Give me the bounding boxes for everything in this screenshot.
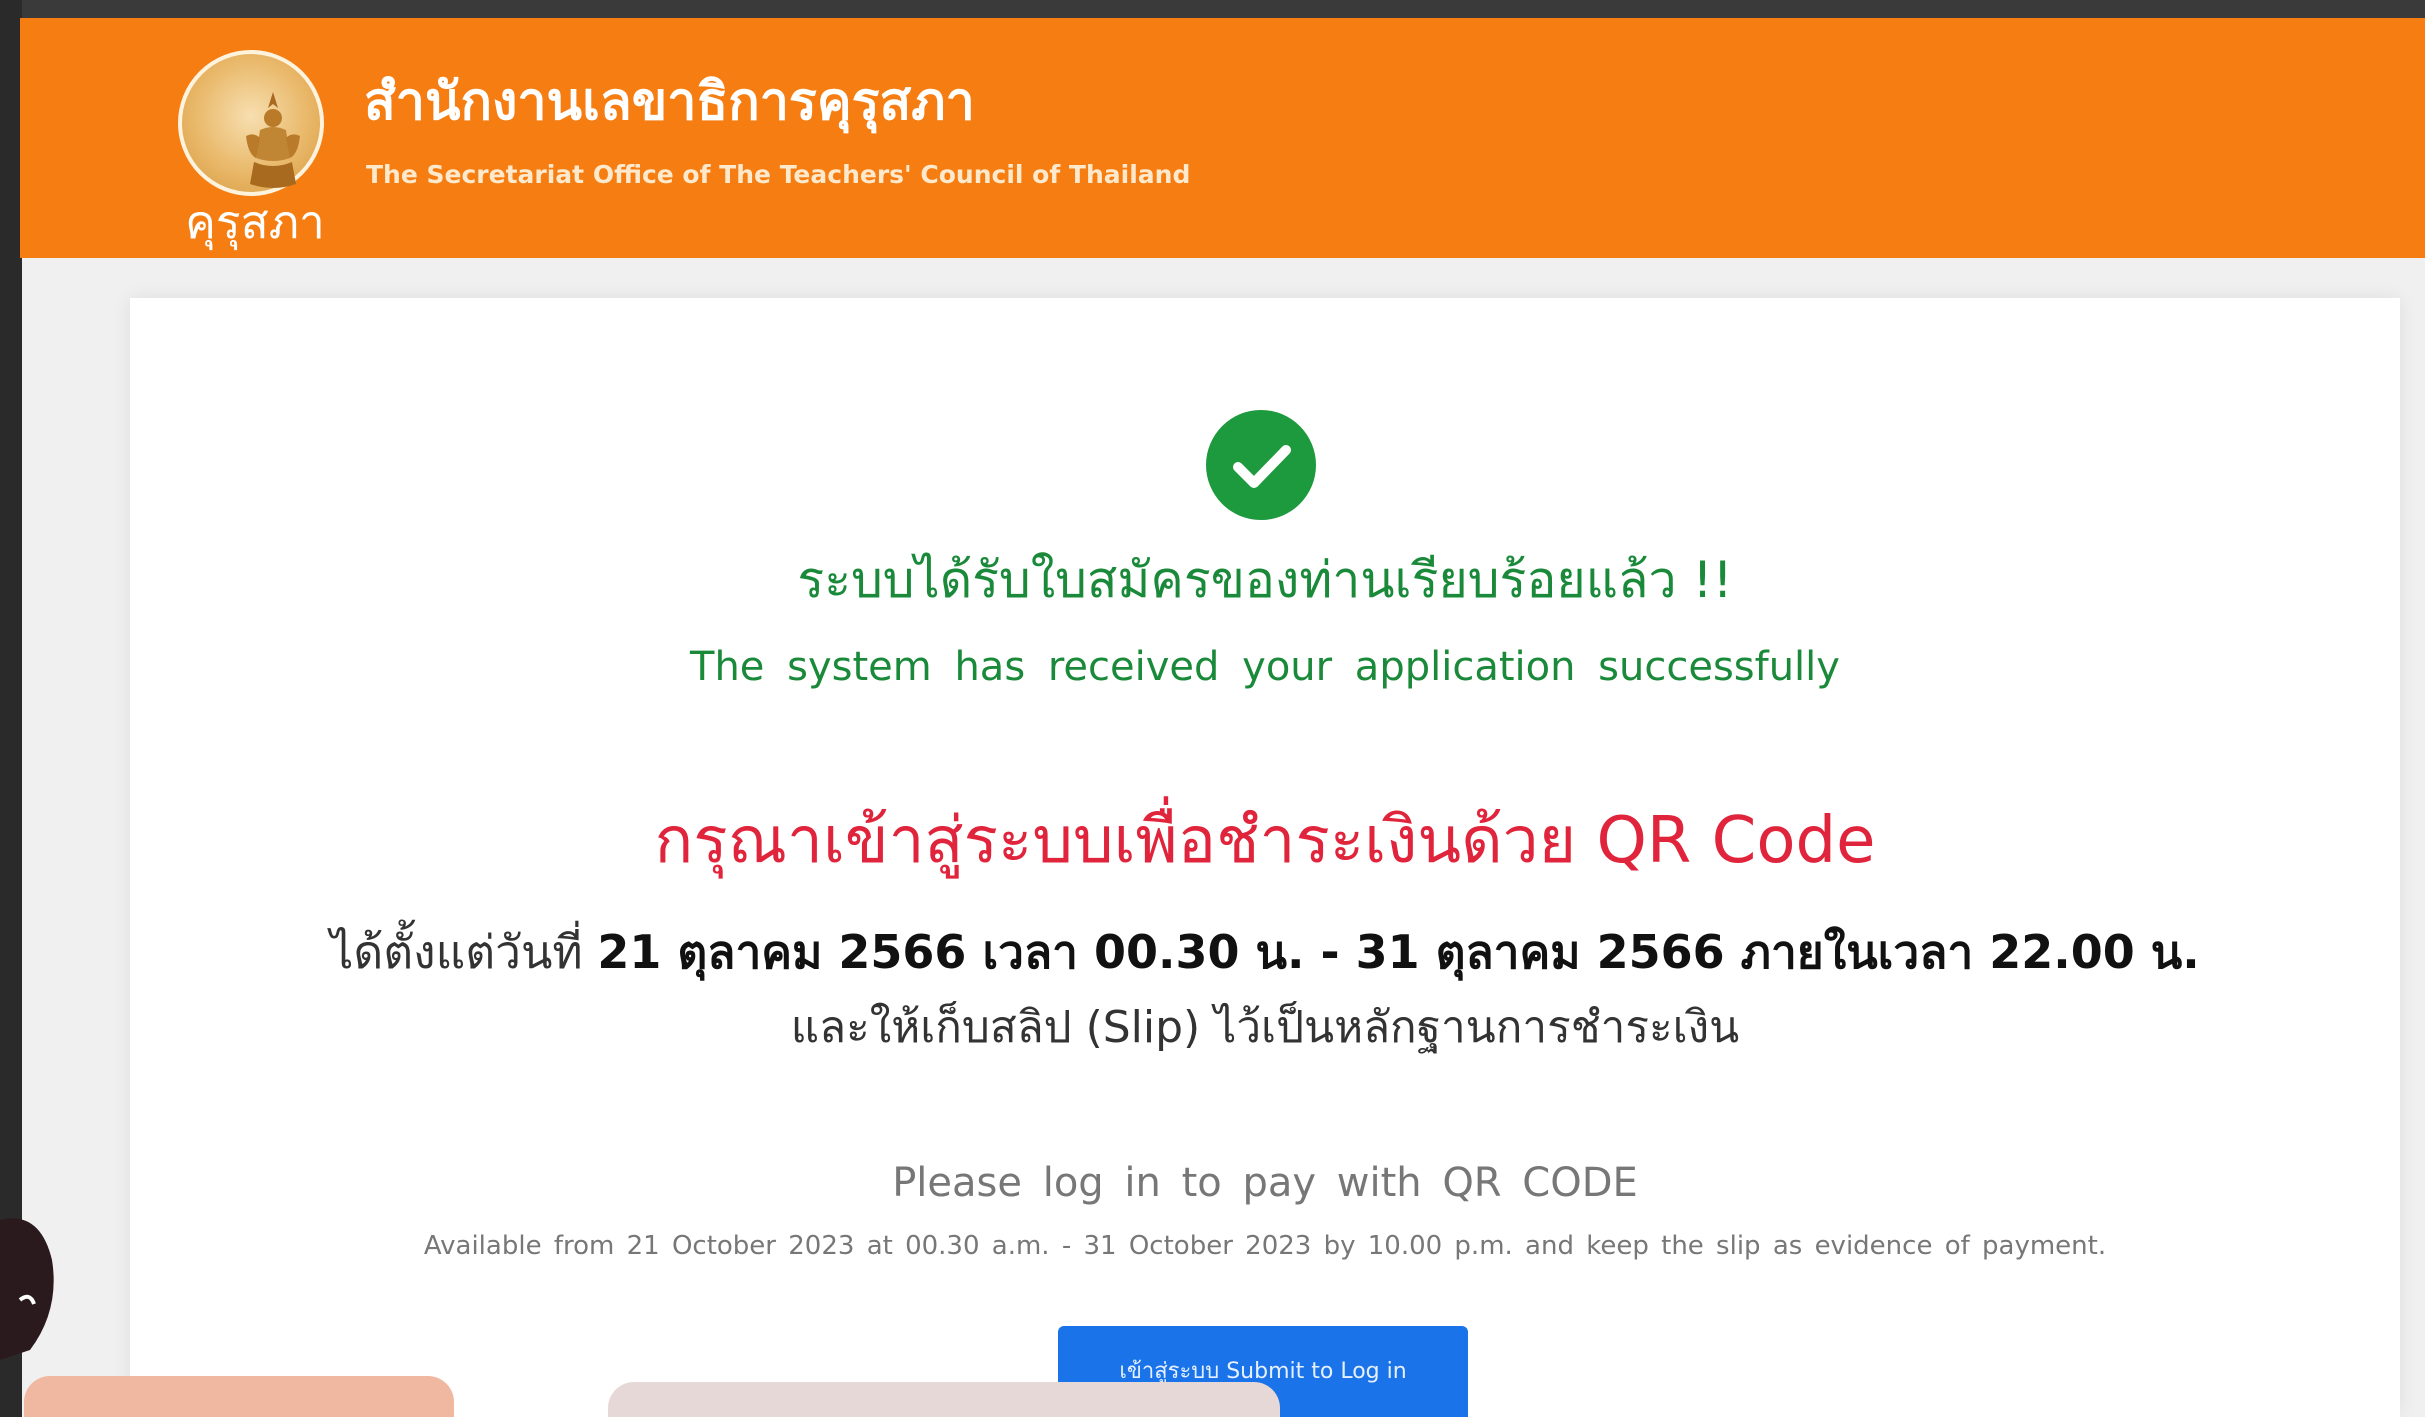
site-header: คุรุสภา สำนักงานเลขาธิการคุรุสภา The Sec… (20, 18, 2425, 258)
login-to-pay-heading-english: Please log in to pay with QR CODE (892, 1160, 1638, 1206)
deity-emblem-icon (246, 92, 300, 188)
payment-period-english: Available from 21 October 2023 at 00.30 … (423, 1231, 2107, 1261)
payment-period-lead: ได้ตั้งแต่วันที่ (330, 925, 583, 979)
overlay-shape-left (24, 1376, 454, 1417)
org-name-thai: สำนักงานเลขาธิการคุรุสภา (364, 72, 975, 132)
login-to-pay-heading-thai: กรุณาเข้าสู่ระบบเพื่อชำระเงินด้วย QR Cod… (654, 804, 1876, 878)
success-message-english: The system has received your application… (690, 644, 1840, 690)
payment-period-dates: 21 ตุลาคม 2566 เวลา 00.30 น. - 31 ตุลาคม… (597, 925, 2200, 979)
success-message-thai: ระบบได้รับใบสมัครของท่านเรียบร้อยแล้ว !! (797, 551, 1733, 609)
check-circle-icon (1206, 410, 1316, 520)
org-name-english: The Secretariat Office of The Teachers' … (366, 160, 1191, 189)
logo-emblem-icon (178, 50, 324, 196)
keep-slip-note-thai: และให้เก็บสลิป (Slip) ไว้เป็นหลักฐานการช… (790, 1002, 1740, 1053)
overlay-shape-center (608, 1382, 1280, 1417)
logo-wordmark: คุรุสภา (185, 195, 325, 249)
teachers-council-logo[interactable]: คุรุสภา (160, 32, 350, 252)
screen-frame: คุรุสภา สำนักงานเลขาธิการคุรุสภา The Sec… (0, 0, 2425, 1417)
window-top-edge (0, 0, 2425, 18)
payment-period-thai: ได้ตั้งแต่วันที่ 21 ตุลาคม 2566 เวลา 00.… (130, 920, 2400, 984)
